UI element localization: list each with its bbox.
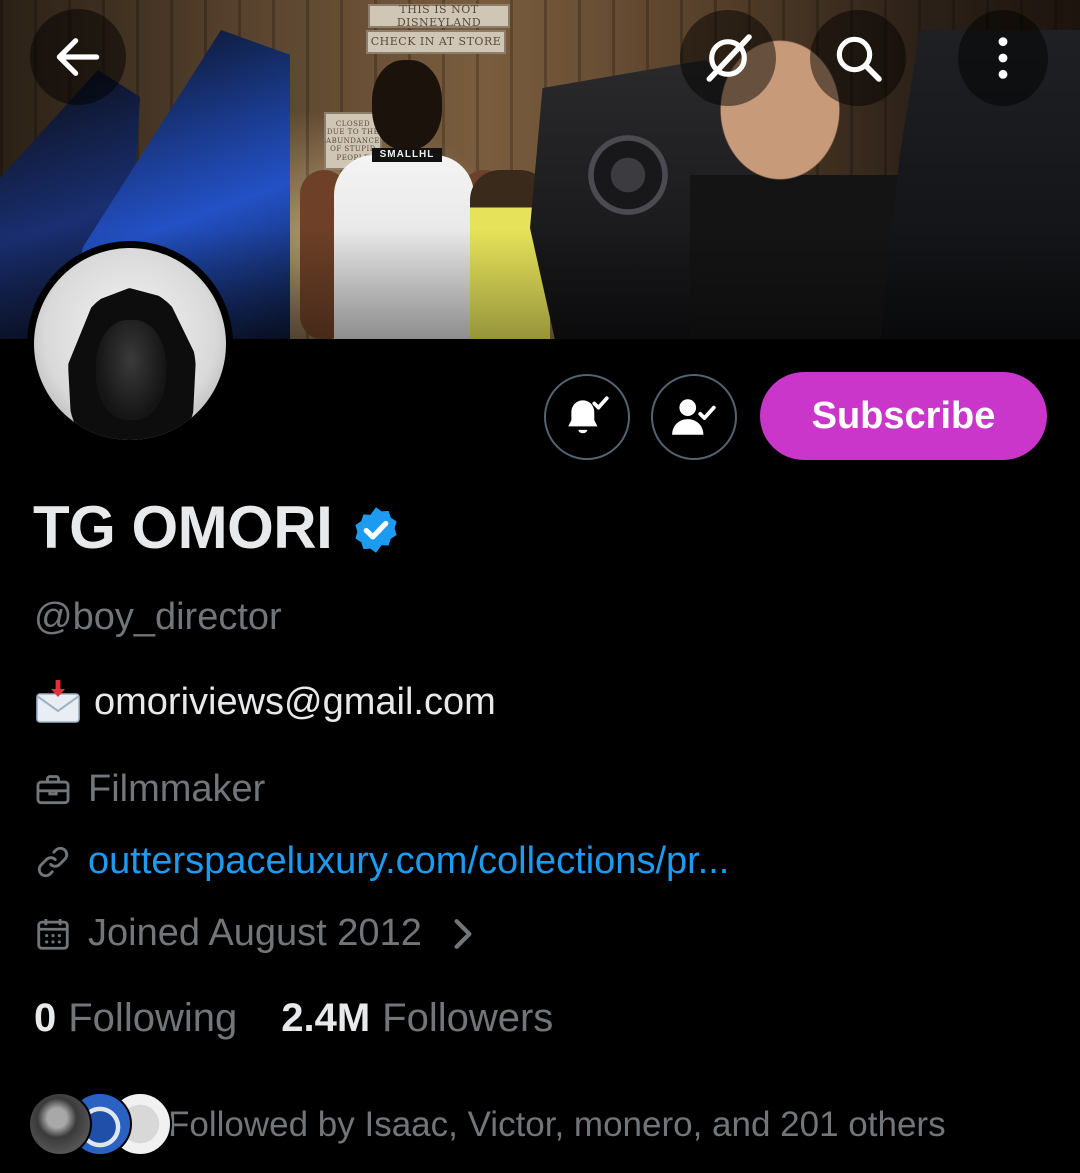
following-count: 0	[34, 996, 57, 1040]
profile-name: TG OMORI	[33, 494, 333, 561]
profile-stats: 0 Following 2.4M Followers	[34, 996, 597, 1041]
back-button[interactable]	[30, 9, 126, 105]
followed-by-avatars	[28, 1092, 172, 1158]
search-icon	[836, 36, 882, 82]
person-check-icon	[672, 399, 716, 435]
job-text: Filmmaker	[88, 768, 266, 810]
calendar-icon	[37, 918, 69, 950]
followers-label: Followers	[382, 996, 554, 1040]
arrow-left-icon	[56, 38, 100, 76]
banner-sign: CHECK IN AT STORE	[366, 30, 506, 54]
verified-badge-icon[interactable]	[350, 504, 402, 556]
following-stat[interactable]: 0 Following	[34, 996, 237, 1041]
banner-camera-lens	[588, 135, 668, 215]
more-options-button[interactable]	[958, 10, 1048, 106]
incoming-envelope-emoji	[36, 680, 80, 723]
notifications-button[interactable]	[544, 374, 630, 460]
followers-count: 2.4M	[281, 996, 371, 1040]
followed-by-text: Followed by Isaac, Victor, monero, and 2…	[168, 1105, 946, 1144]
joined-text: Joined August 2012	[88, 912, 422, 954]
banner-collar-print: SMALLHL	[372, 148, 442, 162]
briefcase-icon	[36, 774, 70, 804]
followers-stat[interactable]: 2.4M Followers	[281, 996, 553, 1041]
grok-button[interactable]	[680, 10, 776, 106]
profile-handle: @boy_director	[34, 596, 282, 638]
website-link[interactable]: outterspaceluxury.com/collections/pr...	[88, 840, 729, 883]
following-button[interactable]	[651, 374, 737, 460]
avatar	[28, 1092, 92, 1156]
profile-job: Filmmaker	[34, 768, 265, 811]
bell-check-icon	[568, 396, 609, 434]
profile-avatar[interactable]	[27, 241, 233, 447]
following-label: Following	[68, 996, 238, 1040]
profile-joined[interactable]: Joined August 2012	[34, 912, 492, 955]
avatar-image	[34, 248, 226, 440]
profile-name-row: TG OMORI	[33, 498, 402, 558]
link-icon	[37, 846, 69, 877]
more-vertical-icon	[998, 37, 1008, 79]
subscribe-button[interactable]: Subscribe	[760, 372, 1047, 460]
grok-icon	[706, 34, 752, 82]
profile-website[interactable]: outterspaceluxury.com/collections/pr...	[34, 840, 729, 883]
bio-text: omoriviews@gmail.com	[94, 680, 496, 723]
chevron-right-icon	[454, 918, 472, 949]
search-button[interactable]	[810, 10, 906, 106]
banner-sign: THIS IS NOT DISNEYLAND	[368, 3, 510, 29]
profile-page: THIS IS NOT DISNEYLAND CHECK IN AT STORE…	[0, 0, 1080, 1173]
profile-bio: omoriviews@gmail.com	[34, 678, 496, 726]
followed-by[interactable]: Followed by Isaac, Victor, monero, and 2…	[28, 1092, 946, 1158]
